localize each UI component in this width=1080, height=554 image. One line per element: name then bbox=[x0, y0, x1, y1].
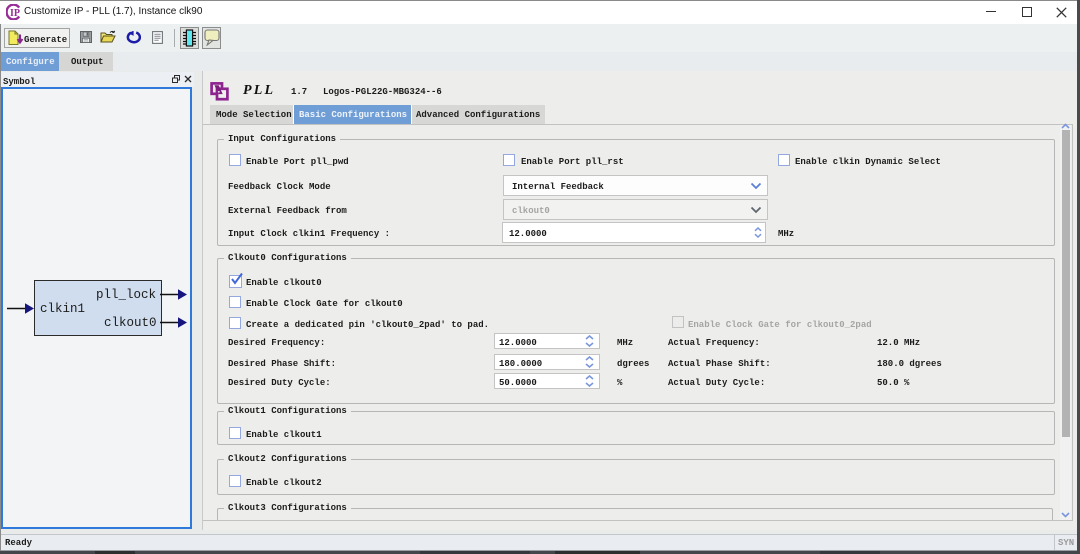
svg-text:IP: IP bbox=[10, 8, 20, 19]
